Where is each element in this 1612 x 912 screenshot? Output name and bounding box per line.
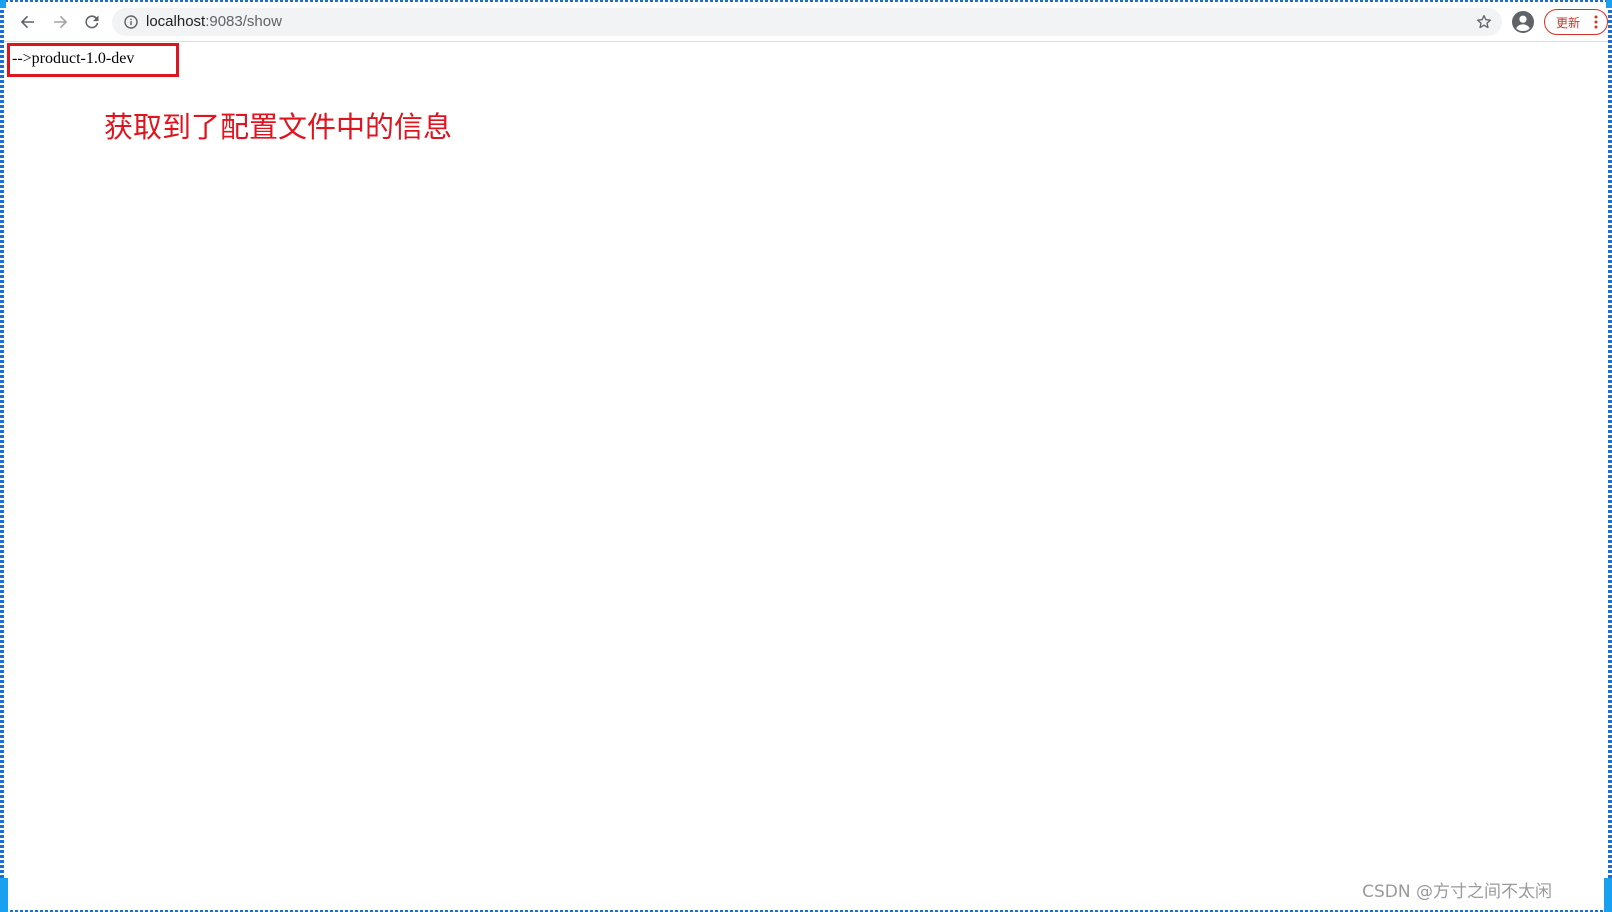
update-label: 更新	[1556, 15, 1581, 30]
url-text[interactable]: localhost:9083/show	[146, 8, 282, 36]
star-icon[interactable]	[1476, 14, 1492, 30]
frame-corner	[1606, 0, 1612, 8]
reload-icon	[85, 15, 99, 29]
screenshot-frame: localhost:9083/show 更新 -->product-1.0-de…	[0, 0, 1612, 912]
more-vertical-icon	[1594, 15, 1598, 29]
forward-button[interactable]	[46, 8, 74, 36]
info-icon[interactable]	[124, 15, 138, 29]
page-content: -->product-1.0-dev 获取到了配置文件中的信息 CSDN @方寸…	[4, 42, 1608, 910]
highlight-box	[7, 43, 179, 77]
arrow-left-icon	[20, 15, 34, 29]
address-bar[interactable]: localhost:9083/show	[112, 8, 1502, 36]
watermark: CSDN @方寸之间不太闲	[1362, 882, 1552, 902]
frame-edge-left	[0, 0, 4, 912]
arrow-right-icon	[54, 15, 68, 29]
browser-toolbar: localhost:9083/show 更新	[4, 2, 1608, 42]
back-button[interactable]	[14, 8, 42, 36]
frame-corner	[0, 878, 8, 912]
frame-corner	[1604, 878, 1612, 912]
annotation-text: 获取到了配置文件中的信息	[104, 110, 453, 144]
frame-edge-top	[0, 0, 1612, 2]
frame-corner	[0, 0, 6, 8]
reload-button[interactable]	[78, 8, 106, 36]
frame-edge-right	[1608, 0, 1612, 912]
url-host: localhost	[146, 13, 206, 30]
account-circle-icon[interactable]	[1512, 11, 1534, 33]
url-path: :9083/show	[205, 13, 282, 30]
update-button[interactable]: 更新	[1544, 9, 1608, 35]
